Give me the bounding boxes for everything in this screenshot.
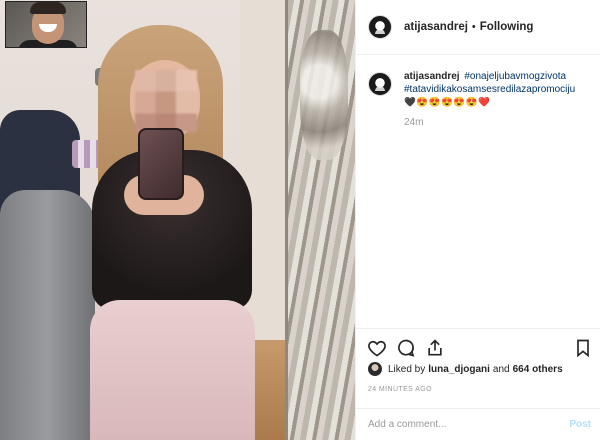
avatar[interactable] — [368, 15, 392, 39]
likes-summary: Liked by luna_djogani and 664 others — [368, 362, 566, 376]
post-timestamp[interactable]: 24 MINUTES AGO — [368, 386, 432, 393]
post-header: atijasandrej • Following — [356, 0, 600, 55]
separator-dot: • — [471, 21, 476, 33]
liker-username[interactable]: luna_djogani — [428, 364, 490, 375]
liked-by-label: Liked by — [388, 363, 426, 375]
heart-icon[interactable] — [367, 338, 387, 358]
caption-username[interactable]: atijasandrej — [404, 71, 460, 82]
pixelated-face — [135, 70, 197, 132]
caption-avatar[interactable] — [368, 72, 392, 96]
hashtag-link[interactable]: #tatavidikakosamsesredilazapromociju — [404, 84, 575, 95]
post-photo[interactable] — [0, 0, 355, 440]
share-icon[interactable] — [425, 338, 445, 358]
caption-time[interactable]: 24m — [404, 116, 593, 129]
caption: atijasandrej #onajeljubavmogzivota #tata… — [368, 70, 593, 129]
and-label: and — [492, 363, 510, 375]
post-sidebar: atijasandrej • Following atijasandrej #o… — [355, 0, 600, 440]
action-bar — [356, 328, 600, 364]
inset-photo — [5, 1, 87, 48]
comment-icon[interactable] — [396, 338, 416, 358]
smartphone — [138, 128, 184, 200]
hashtag-link[interactable]: #onajeljubavmogzivota — [464, 71, 566, 82]
pink-skirt — [90, 300, 255, 440]
others-link[interactable]: 664 others — [513, 364, 563, 375]
liker-avatar[interactable] — [368, 362, 382, 376]
emoji-text: 🖤😍😍😍😍😍❤️ — [404, 97, 491, 108]
grey-coat — [0, 190, 95, 440]
post-button[interactable]: Post — [569, 419, 591, 430]
comment-input[interactable]: Add a comment... — [368, 419, 446, 430]
comment-box: Add a comment... Post — [356, 408, 600, 440]
mirror-ornament — [300, 30, 348, 160]
bookmark-icon[interactable] — [573, 338, 593, 358]
header-username[interactable]: atijasandrej — [404, 21, 468, 33]
inset-hair — [30, 2, 66, 14]
following-button[interactable]: Following — [480, 21, 534, 33]
caption-body: atijasandrej #onajeljubavmogzivota #tata… — [404, 70, 593, 129]
